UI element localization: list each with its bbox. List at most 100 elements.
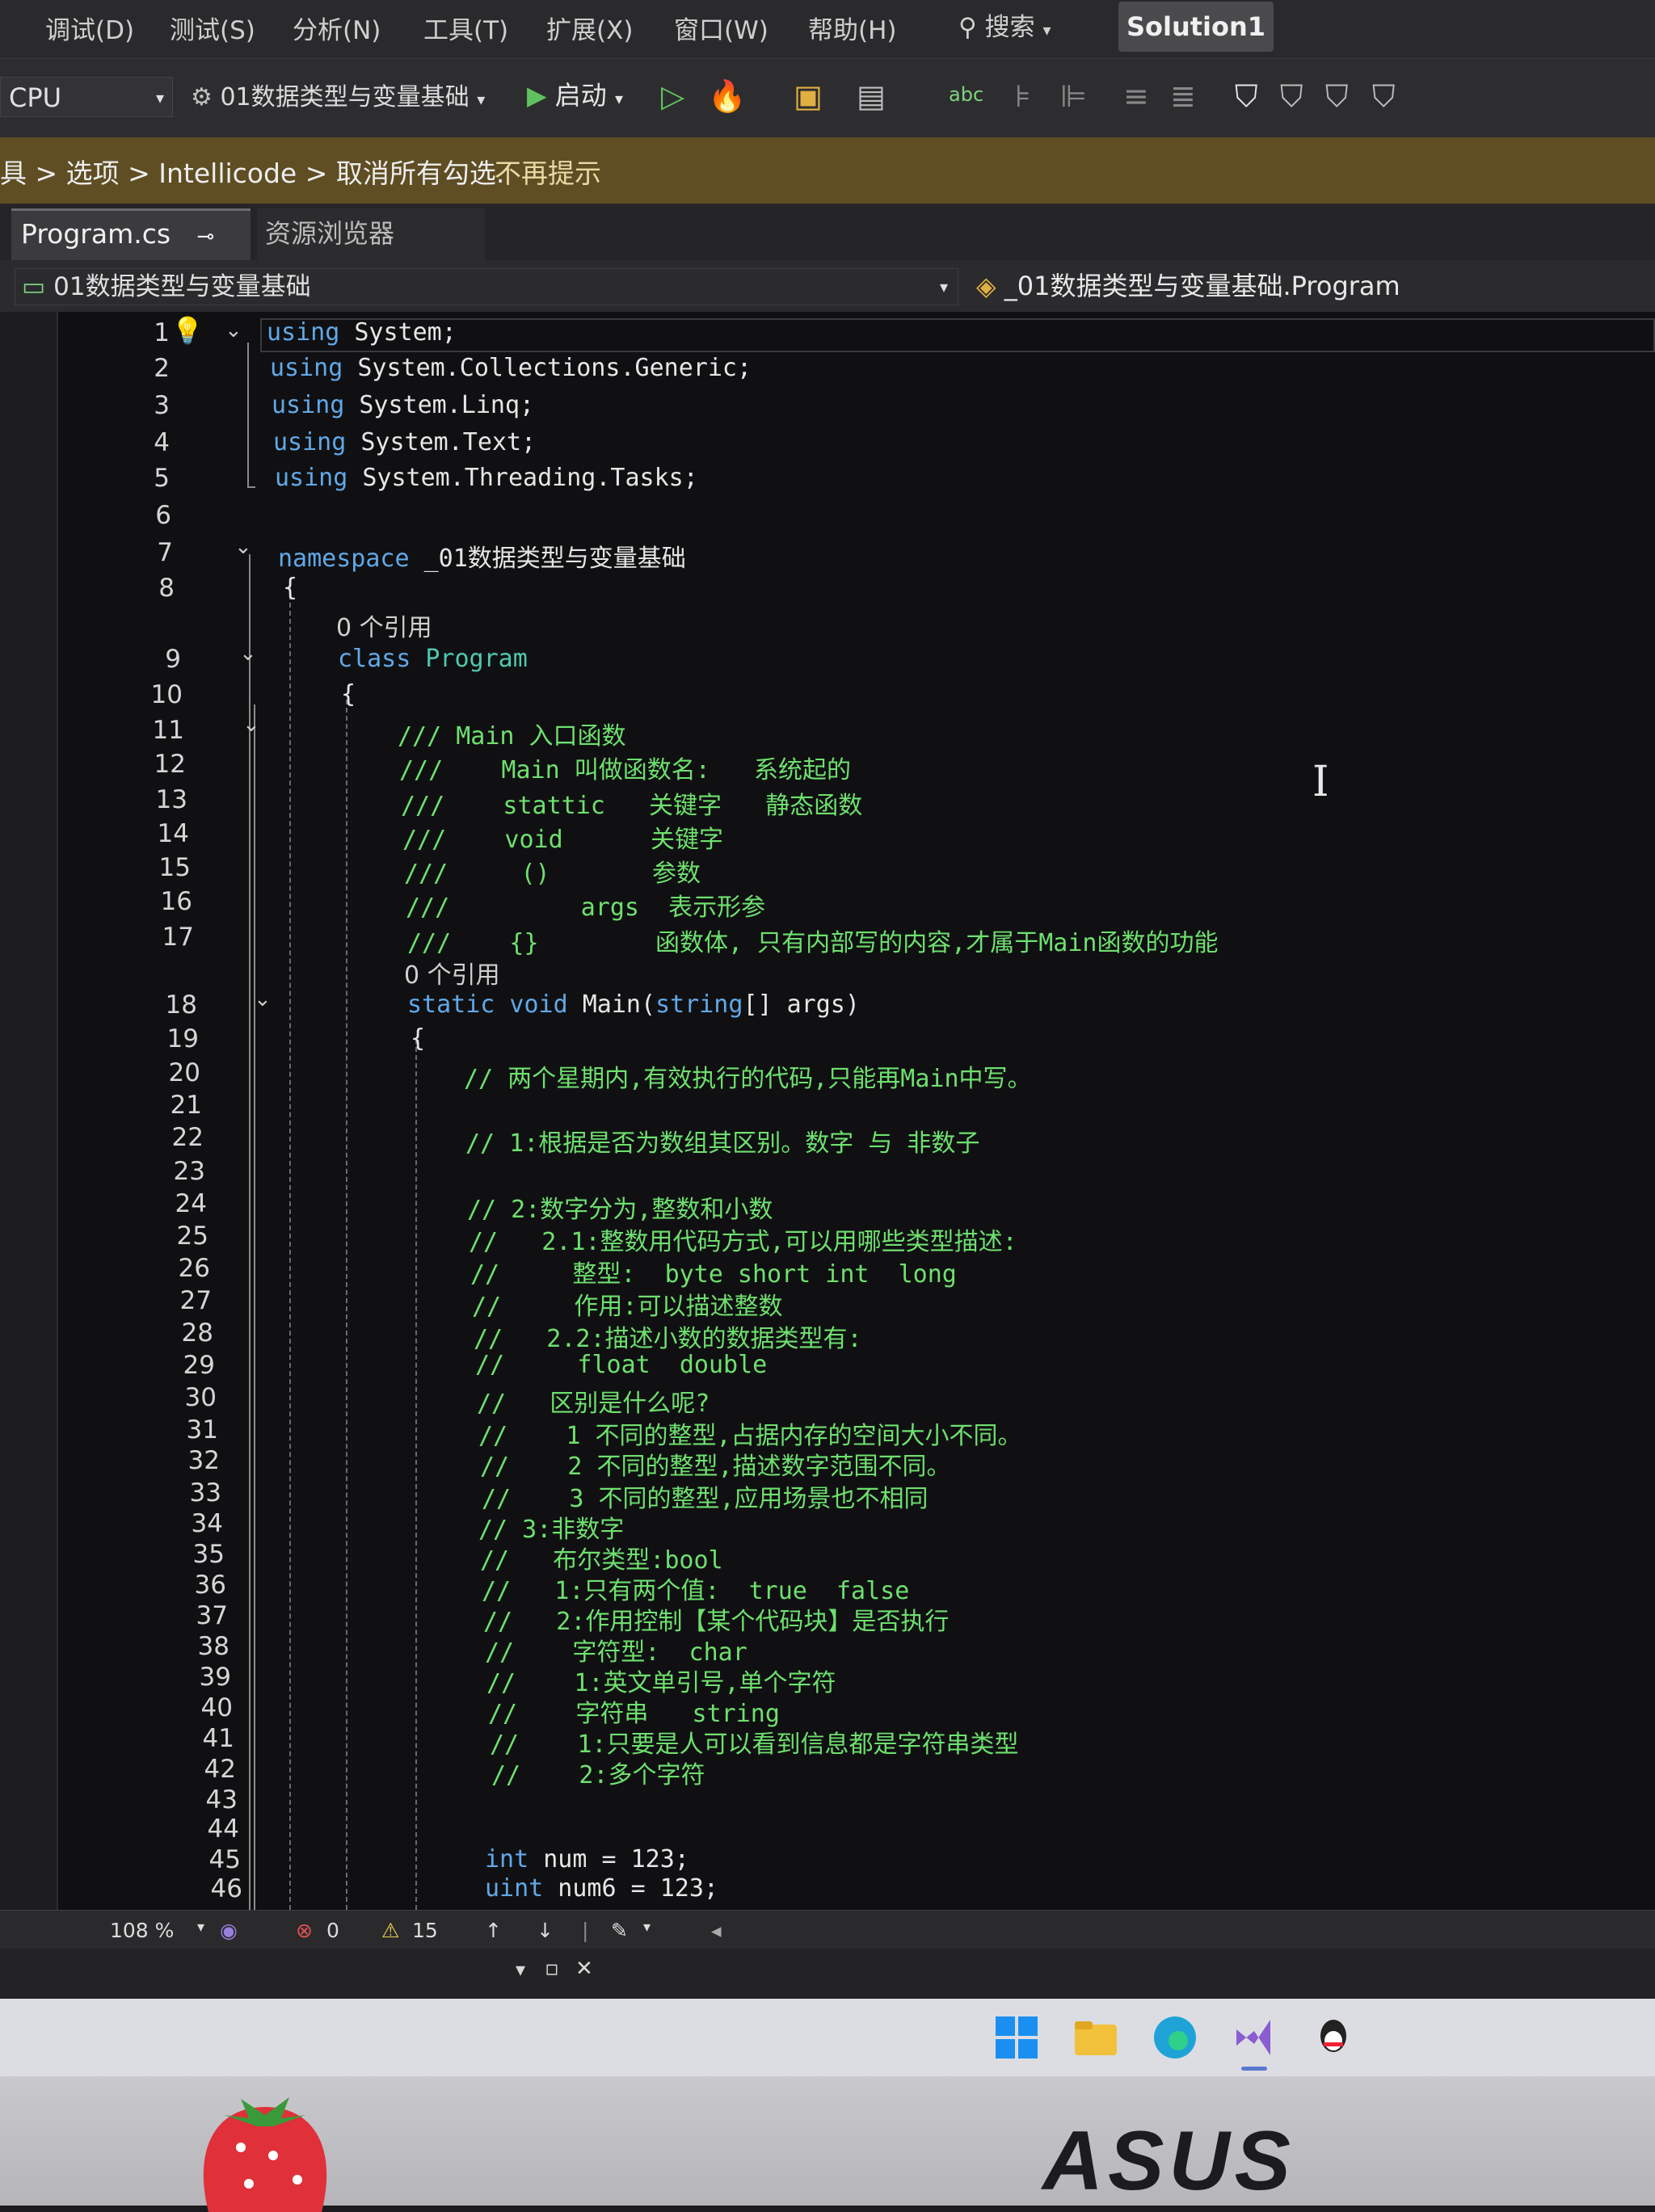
code-lens-references[interactable]: 0 个引用 xyxy=(404,955,500,990)
chevron-down-icon[interactable]: ▾ xyxy=(643,1919,651,1936)
qq-icon[interactable] xyxy=(1309,2013,1358,2062)
code-line: /// Main 入口函数 xyxy=(398,722,626,751)
chevron-down-icon[interactable]: ⌄ xyxy=(234,535,252,559)
copilot-icon[interactable]: ◉ xyxy=(220,1919,238,1942)
chevron-down-icon[interactable]: ⌄ xyxy=(239,641,257,666)
line-number: 38 xyxy=(197,1632,230,1661)
next-issue-icon[interactable]: ↓ xyxy=(537,1919,554,1942)
clear-bookmarks-icon[interactable]: ⛉ xyxy=(1372,78,1396,115)
tab-resource-explorer[interactable]: 资源浏览器 xyxy=(257,208,485,260)
info-bar: 具 > 选项 > Intellicode > 取消所有勾选. 不再提示 xyxy=(0,137,1655,204)
menu-analyze[interactable]: 分析(N) xyxy=(293,10,381,46)
line-number: 14 xyxy=(157,819,189,848)
menu-test[interactable]: 测试(S) xyxy=(170,10,255,46)
chevron-down-icon[interactable]: ⌄ xyxy=(242,713,260,737)
solution-name[interactable]: Solution1 xyxy=(1118,2,1274,52)
search-label: 搜索 xyxy=(984,13,1035,42)
project-navigation-dropdown[interactable]: ▭ 01数据类型与变量基础 ▾ xyxy=(15,268,958,305)
tab-label: Program.cs xyxy=(21,218,171,250)
edge-browser-icon[interactable] xyxy=(1151,2013,1199,2062)
previous-bookmark-icon[interactable]: ⛉ xyxy=(1280,78,1303,115)
spellcheck-icon[interactable]: abc xyxy=(949,83,983,106)
chevron-down-icon: ▾ xyxy=(1042,20,1051,40)
line-number: 9 xyxy=(165,645,181,674)
startup-project-dropdown[interactable]: ⚙ 01数据类型与变量基础 ▾ xyxy=(191,77,485,112)
hot-reload-icon[interactable]: 🔥 xyxy=(708,78,746,115)
mouse-ibeam-cursor: I xyxy=(1312,758,1329,806)
chevron-down-icon[interactable]: ▾ xyxy=(516,1958,525,1981)
menu-tools[interactable]: 工具(T) xyxy=(423,10,508,46)
windows-start-icon[interactable] xyxy=(992,2013,1041,2062)
code-editor[interactable]: 1 💡 2 3 4 5 6 7 8 9 10 11 12 13 14 15 16… xyxy=(0,312,1655,1910)
folder-icon[interactable]: ▣ xyxy=(794,78,823,114)
indent-icon[interactable]: ⊧ xyxy=(1015,78,1031,114)
uncomment-icon[interactable]: ≣ xyxy=(1170,78,1196,114)
line-number: 31 xyxy=(186,1415,218,1445)
lightbulb-icon[interactable]: 💡 xyxy=(171,315,204,346)
line-number: 20 xyxy=(168,1058,200,1087)
next-bookmark-icon[interactable]: ⛉ xyxy=(1325,78,1349,115)
chevron-down-icon: ▾ xyxy=(155,88,164,107)
gear-icon: ⚙ xyxy=(191,83,213,111)
search-button[interactable]: ⚲ 搜索 ▾ xyxy=(958,6,1094,47)
chevron-down-icon[interactable]: ⌄ xyxy=(254,987,272,1011)
line-number: 17 xyxy=(162,923,194,952)
pin-icon[interactable]: ⊸ xyxy=(197,225,215,249)
code-line: // 1:根据是否为数组其区别。数字 与 非数子 xyxy=(465,1129,980,1158)
code-lines: 1 💡 2 3 4 5 6 7 8 9 10 11 12 13 14 15 16… xyxy=(0,312,1655,1910)
dont-show-again-link[interactable]: 不再提示 xyxy=(495,152,601,191)
scroll-left-icon[interactable]: ◂ xyxy=(711,1919,722,1942)
chevron-down-icon: ▾ xyxy=(939,277,948,296)
menu-extensions[interactable]: 扩展(X) xyxy=(546,10,633,46)
menu-debug[interactable]: 调试(D) xyxy=(45,10,134,46)
line-number: 32 xyxy=(187,1446,220,1475)
code-line: // 作用:可以描述整数 xyxy=(472,1293,783,1321)
previous-issue-icon[interactable]: ↑ xyxy=(485,1919,502,1942)
windows-taskbar xyxy=(0,1999,1655,2076)
zoom-level[interactable]: 108 % xyxy=(110,1919,174,1942)
line-number: 25 xyxy=(176,1222,208,1251)
code-lens-references[interactable]: 0 个引用 xyxy=(336,608,432,643)
code-line: { xyxy=(341,680,356,709)
separator: | xyxy=(582,1919,589,1942)
code-cleanup-icon[interactable]: ✎ xyxy=(611,1919,628,1942)
outdent-icon[interactable]: ⊫ xyxy=(1060,78,1087,114)
menu-help[interactable]: 帮助(H) xyxy=(808,10,897,46)
chevron-down-icon[interactable]: ▾ xyxy=(197,1919,204,1936)
error-icon[interactable]: ⊗ xyxy=(296,1919,313,1942)
code-line: /// () 参数 xyxy=(404,860,701,888)
code-line: // 两个星期内,有效执行的代码,只能再Main中写。 xyxy=(464,1065,1032,1093)
warning-icon[interactable]: ⚠ xyxy=(381,1919,399,1942)
line-number: 6 xyxy=(155,501,171,530)
document-tabs: Program.cs ⊸ ✕ 资源浏览器 xyxy=(0,204,1655,299)
save-icon[interactable]: ▤ xyxy=(857,78,886,114)
visual-studio-icon[interactable] xyxy=(1230,2013,1278,2071)
comment-icon[interactable]: ≡ xyxy=(1123,78,1149,114)
start-without-debug-icon[interactable]: ▷ xyxy=(661,78,684,114)
line-number: 24 xyxy=(175,1189,207,1218)
line-number: 29 xyxy=(183,1351,215,1380)
close-icon[interactable]: ✕ xyxy=(575,1957,593,1981)
line-number: 36 xyxy=(194,1571,226,1600)
bookmark-icon[interactable]: ⛉ xyxy=(1235,78,1258,115)
code-line: /// void 关键字 xyxy=(402,826,724,854)
platform-dropdown[interactable]: CPU ▾ xyxy=(0,77,173,117)
line-number: 2 xyxy=(154,354,170,383)
line-number: 7 xyxy=(157,538,173,567)
start-debug-button[interactable]: ▶ 启动 ▾ xyxy=(527,75,623,112)
csharp-project-icon: ▭ xyxy=(22,272,46,301)
start-label: 启动 xyxy=(554,80,607,111)
monitor-brand-logo: ASUS xyxy=(1042,2114,1295,2208)
line-number: 41 xyxy=(202,1724,234,1753)
line-number: 35 xyxy=(192,1540,225,1569)
line-number: 18 xyxy=(165,990,197,1020)
chevron-down-icon[interactable]: ⌄ xyxy=(225,318,242,343)
maximize-icon[interactable]: ▫ xyxy=(545,1957,559,1981)
class-navigation-dropdown[interactable]: ◈ _01数据类型与变量基础.Program xyxy=(970,268,1655,305)
file-explorer-icon[interactable] xyxy=(1072,2013,1120,2062)
warning-count[interactable]: 15 xyxy=(412,1919,438,1942)
tab-program-cs[interactable]: Program.cs ⊸ ✕ xyxy=(11,208,251,299)
info-bar-message: 具 > 选项 > Intellicode > 取消所有勾选. xyxy=(0,158,505,189)
menu-window[interactable]: 窗口(W) xyxy=(674,10,769,46)
error-count[interactable]: 0 xyxy=(326,1919,339,1942)
